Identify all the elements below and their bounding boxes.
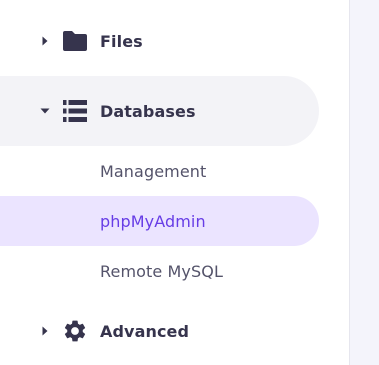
caret-right-icon bbox=[42, 326, 48, 336]
sidebar-item-files[interactable]: Files bbox=[0, 16, 319, 66]
sidebar-subitem-management-label: Management bbox=[100, 161, 207, 181]
folder-icon bbox=[63, 31, 87, 51]
sidebar-subitem-phpmyadmin-label: phpMyAdmin bbox=[100, 211, 206, 231]
sidebar-subitem-management[interactable]: Management bbox=[0, 146, 319, 196]
sidebar-subitem-remote-mysql[interactable]: Remote MySQL bbox=[0, 246, 319, 296]
sidebar-item-databases[interactable]: Databases bbox=[0, 76, 319, 146]
sidebar-item-advanced-label: Advanced bbox=[100, 321, 190, 341]
sidebar-subitem-remote-mysql-label: Remote MySQL bbox=[100, 261, 223, 281]
main-content-area bbox=[349, 0, 379, 365]
sidebar-item-advanced[interactable]: Advanced bbox=[0, 306, 319, 356]
database-list-icon bbox=[63, 100, 87, 122]
sidebar-item-files-label: Files bbox=[100, 31, 143, 51]
sidebar-subitem-phpmyadmin[interactable]: phpMyAdmin bbox=[0, 196, 319, 246]
caret-down-icon bbox=[40, 108, 50, 114]
caret-right-icon bbox=[42, 36, 48, 46]
sidebar-item-databases-label: Databases bbox=[100, 101, 196, 121]
gear-icon bbox=[64, 320, 86, 342]
